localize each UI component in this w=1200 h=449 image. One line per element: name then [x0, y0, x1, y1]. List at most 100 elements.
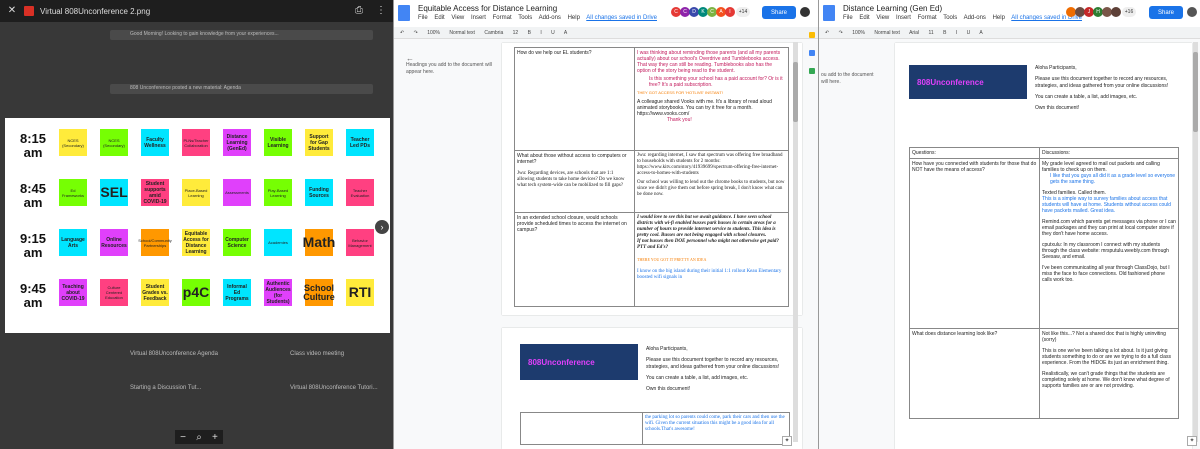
font-select[interactable]: Arial	[909, 30, 919, 36]
question-cell[interactable]	[520, 412, 643, 445]
answer-cell[interactable]: Jwu: regarding internet, I saw that spec…	[634, 150, 789, 213]
avatar[interactable]: I	[725, 7, 735, 17]
close-icon[interactable]: ✕	[6, 5, 18, 17]
share-button[interactable]: Share	[1149, 6, 1183, 19]
menu-format[interactable]: Format	[918, 15, 937, 21]
italic-button[interactable]: I	[956, 30, 957, 36]
print-icon[interactable]: ⎙	[353, 5, 365, 17]
underline-button[interactable]: U	[967, 30, 971, 36]
menu-help[interactable]: Help	[568, 15, 580, 21]
menu-addons[interactable]: Add-ons	[539, 15, 561, 21]
sticky-note: Authentic Audiences (for Students)	[264, 279, 292, 306]
account-avatar[interactable]	[1187, 7, 1197, 17]
answer-cell[interactable]: My grade level agreed to mail out packet…	[1039, 158, 1179, 329]
underline-button[interactable]: U	[551, 30, 555, 36]
collaborator-count[interactable]: +14	[736, 7, 750, 17]
agenda-image: 8:15 am 8:45 am 9:15 am 9:45 am NCES (Second…	[5, 118, 390, 333]
material-title[interactable]: Virtual 808Unconference Tutori...	[290, 385, 378, 391]
font-select[interactable]: Cambria	[484, 30, 503, 36]
scrollbar[interactable]	[1193, 42, 1198, 442]
menu-addons[interactable]: Add-ons	[964, 15, 986, 21]
undo-icon[interactable]: ↶	[825, 30, 829, 36]
question-cell[interactable]: What does distance learning look like?	[909, 328, 1040, 419]
material-title[interactable]: Virtual 808Unconference Agenda	[130, 351, 218, 357]
collaborator-count[interactable]: +16	[1122, 7, 1136, 17]
menu-view[interactable]: View	[876, 15, 889, 21]
question-cell[interactable]: What about those without access to compu…	[514, 150, 635, 213]
intro-greeting: Aloha Participants,	[646, 346, 688, 352]
menu-insert[interactable]: Insert	[896, 15, 911, 21]
redo-icon[interactable]: ↷	[839, 30, 843, 36]
outline-placeholder: ou add to the document will here.	[821, 72, 874, 85]
question-cell[interactable]: How have you connected with students for…	[909, 158, 1040, 329]
header-cell[interactable]: Questions:	[909, 147, 1040, 159]
question-cell[interactable]: How do we help our EL students?	[514, 47, 635, 151]
keep-icon[interactable]	[809, 32, 815, 38]
answer-cell[interactable]: I would love to see this but we await gu…	[634, 212, 789, 307]
zoom-select[interactable]: 100%	[427, 30, 440, 36]
more-icon[interactable]: ⋮	[375, 5, 387, 17]
explore-icon[interactable]: ✦	[1187, 436, 1197, 446]
answer-text: Remind.com which parents get messages vi…	[1042, 219, 1176, 237]
sticky-note: Student Grades vs. Feedback	[141, 279, 169, 306]
style-select[interactable]: Normal text	[449, 30, 475, 36]
bold-button[interactable]: B	[943, 30, 946, 36]
italic-button[interactable]: I	[540, 30, 541, 36]
sticky-note: RTI	[346, 279, 374, 306]
account-avatar[interactable]	[800, 7, 810, 17]
doc-title[interactable]: Equitable Access for Distance Learning	[418, 4, 557, 13]
menu-help[interactable]: Help	[993, 15, 1005, 21]
table-row: In an extended school closure, would sch…	[514, 212, 789, 307]
menu-file[interactable]: File	[843, 15, 853, 21]
menu-edit[interactable]: Edit	[434, 15, 444, 21]
zoom-select[interactable]: 100%	[852, 30, 865, 36]
next-image-button[interactable]: ›	[375, 220, 389, 234]
undo-icon[interactable]: ↶	[400, 30, 404, 36]
avatar[interactable]	[1111, 7, 1121, 17]
menu-format[interactable]: Format	[493, 15, 512, 21]
tasks-icon[interactable]	[809, 50, 815, 56]
zoom-controls: − ⌕ +	[175, 430, 223, 444]
style-select[interactable]: Normal text	[874, 30, 900, 36]
redo-icon[interactable]: ↷	[414, 30, 418, 36]
font-size[interactable]: 12	[513, 30, 519, 36]
menu-tools[interactable]: Tools	[943, 15, 957, 21]
explore-icon[interactable]: ✦	[782, 436, 792, 446]
answer-cell[interactable]: I was thinking about reminding those par…	[634, 47, 789, 151]
doc-page[interactable]: 808Unconference Aloha Participants, Plea…	[895, 43, 1192, 449]
material-title[interactable]: Class video meeting	[290, 351, 344, 357]
zoom-in-button[interactable]: +	[212, 432, 218, 443]
intro-paragraph: Own this document!	[646, 386, 691, 392]
doc-title[interactable]: Distance Learning (Gen Ed)	[843, 4, 942, 13]
answer-cell[interactable]: Not like this...? Not a shared doc that …	[1039, 328, 1179, 419]
font-size[interactable]: 11	[928, 30, 933, 36]
scrollbar[interactable]	[793, 42, 798, 442]
text-color-button[interactable]: A	[564, 30, 567, 36]
menu-file[interactable]: File	[418, 15, 428, 21]
menu-tools[interactable]: Tools	[518, 15, 532, 21]
material-title[interactable]: Starting a Discussion Tut...	[130, 385, 201, 391]
unconference-banner: 808Unconference	[520, 344, 638, 380]
zoom-out-button[interactable]: −	[180, 432, 186, 443]
zoom-icon[interactable]: ⌕	[196, 432, 202, 443]
answer-cell[interactable]: the parking lot so parents could come, p…	[642, 412, 790, 445]
menu-view[interactable]: View	[451, 15, 464, 21]
image-file-icon	[24, 6, 34, 16]
docs-logo-icon[interactable]	[823, 5, 835, 21]
sticky-note: Place-Based Learning	[182, 179, 210, 206]
sticky-note: Online Resources	[100, 229, 128, 256]
share-button[interactable]: Share	[762, 6, 796, 19]
calendar-icon[interactable]	[809, 68, 815, 74]
save-status[interactable]: All changes saved in Drive	[586, 15, 657, 21]
doc-page[interactable]: How do we help our EL students? I was th…	[502, 43, 802, 315]
docs-logo-icon[interactable]	[398, 5, 410, 21]
bold-button[interactable]: B	[528, 30, 531, 36]
header-cell[interactable]: Discussions:	[1039, 147, 1179, 159]
sticky-note: Teacher Led PDs	[346, 129, 374, 156]
menu-edit[interactable]: Edit	[859, 15, 869, 21]
text-color-button[interactable]: A	[979, 30, 982, 36]
menu-insert[interactable]: Insert	[471, 15, 486, 21]
question-cell[interactable]: In an extended school closure, would sch…	[514, 212, 635, 307]
sticky-note: Teaching about COVID-19	[59, 279, 87, 306]
doc-page[interactable]: 808Unconference Aloha Participants, Plea…	[502, 328, 802, 449]
